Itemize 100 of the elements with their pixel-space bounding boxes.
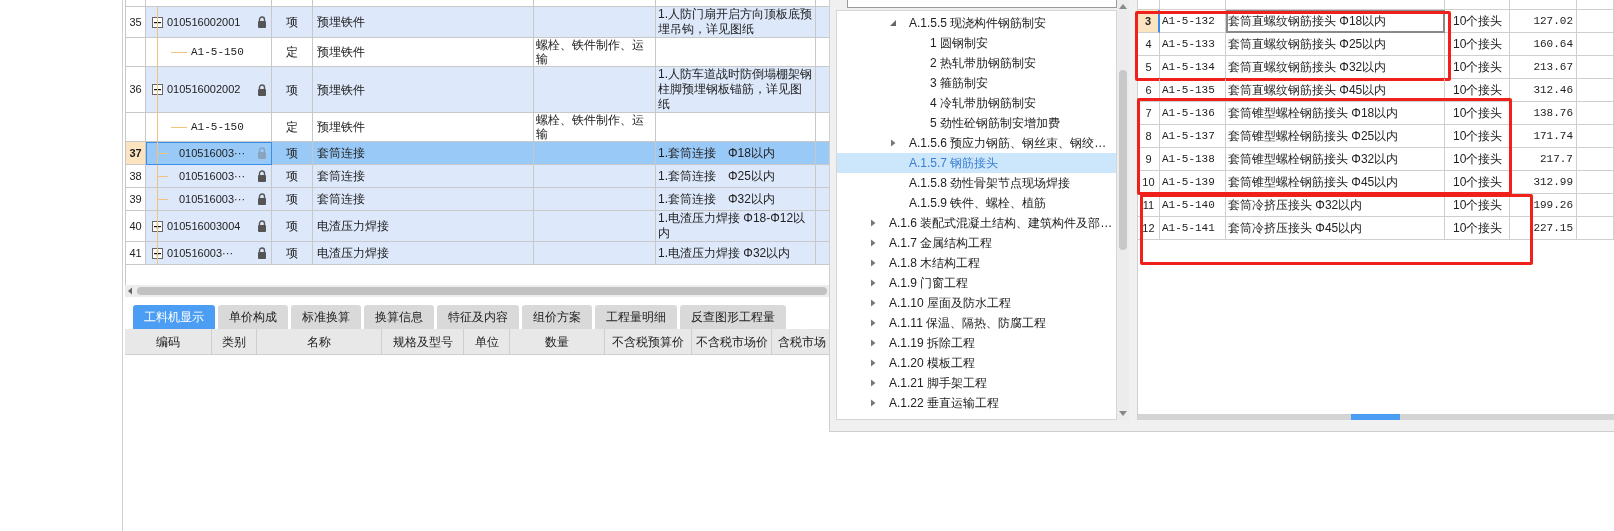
tree-item[interactable]: A.1.6 装配式混凝土结构、建筑构件及部… bbox=[837, 213, 1117, 233]
collapse-box-icon[interactable] bbox=[152, 84, 163, 95]
table-row[interactable]: 36 010516002002 项 预埋铁件 1.人防车道战时防倒塌棚架钢柱脚预埋钢板锚筋，详见图纸 bbox=[126, 67, 829, 113]
row-number: 37 bbox=[129, 145, 142, 161]
table-row[interactable]: 39 010516003··· 项 套筒连接 1.套筒连接 Φ32以内 bbox=[126, 188, 829, 211]
tree-item[interactable]: 5 劲性砼钢筋制安增加费 bbox=[837, 113, 1117, 133]
collapsed-arrow-icon[interactable] bbox=[869, 359, 877, 367]
scrollbar-thumb[interactable] bbox=[137, 287, 827, 295]
table-cell-text: 螺栓、铁件制作、运输 bbox=[536, 113, 645, 141]
tree-item[interactable]: A.1.7 金属结构工程 bbox=[837, 233, 1117, 253]
table-row[interactable]: 37 010516003··· 项 套筒连接 1.套筒连接 Φ18以内 bbox=[126, 142, 829, 165]
table-cell-text: 套筒冷挤压接头 Φ45以内 bbox=[1228, 220, 1363, 237]
tree-item[interactable]: A.1.5.9 铁件、螺栓、植筋 bbox=[837, 193, 1117, 213]
table-row[interactable]: 4 A1-5-133 套筒直螺纹钢筋接头 Φ25以内 10个接头 160.64 bbox=[1138, 33, 1614, 56]
expand-box-icon[interactable] bbox=[152, 220, 163, 232]
scrollbar-thumb[interactable] bbox=[1351, 414, 1401, 420]
tab[interactable]: 反查图形工程量 bbox=[680, 305, 786, 329]
collapsed-arrow-icon[interactable] bbox=[889, 139, 897, 147]
tab[interactable]: 特征及内容 bbox=[437, 305, 519, 329]
table-cell-text: 套筒冷挤压接头 Φ32以内 bbox=[1228, 197, 1363, 214]
collapsed-arrow-icon[interactable] bbox=[869, 319, 877, 327]
table-cell-text: A1-5-138 bbox=[1162, 151, 1215, 167]
scroll-up-icon[interactable] bbox=[1119, 4, 1128, 9]
tree-item[interactable]: A.1.5.5 现浇构件钢筋制安 bbox=[837, 13, 1117, 33]
tree-item[interactable]: A.1.10 屋面及防水工程 bbox=[837, 293, 1117, 313]
table-cell-text: 217.7 bbox=[1539, 151, 1573, 167]
table-row[interactable]: A1-5-150 定 预埋铁件 螺栓、铁件制作、运输 bbox=[126, 38, 829, 67]
table-row[interactable]: A1-5-150 定 预埋铁件 螺栓、铁件制作、运输 bbox=[126, 113, 829, 142]
table-row[interactable]: 5 A1-5-134 套筒直螺纹钢筋接头 Φ32以内 10个接头 213.67 bbox=[1138, 56, 1614, 79]
tree-item[interactable]: A.1.22 垂直运输工程 bbox=[837, 393, 1117, 413]
table-cell: 1.人防车道战时防倒塌棚架钢柱脚预埋钢板锚筋，详见图纸 bbox=[658, 67, 813, 112]
collapsed-arrow-icon[interactable] bbox=[869, 259, 877, 267]
column-header: 不含税预算价 bbox=[612, 333, 684, 351]
table-row[interactable]: 38 010516003··· 项 套筒连接 1.套筒连接 Φ25以内 bbox=[126, 165, 829, 188]
collapsed-arrow-icon[interactable] bbox=[869, 339, 877, 347]
row-number: 36 bbox=[129, 82, 142, 98]
tree-item[interactable]: A.1.11 保温、隔热、防腐工程 bbox=[837, 313, 1117, 333]
table-cell-text: 预埋铁件 bbox=[317, 44, 365, 61]
tree-item[interactable]: A.1.8 木结构工程 bbox=[837, 253, 1117, 273]
tree-item[interactable]: 1 圆钢制安 bbox=[837, 33, 1117, 53]
tree-item[interactable]: A.1.19 拆除工程 bbox=[837, 333, 1117, 353]
table-row[interactable]: 35 010516002001 项 预埋铁件 1.人防门扇开启方向顶板底预埋吊钩，详见图纸 bbox=[126, 7, 829, 38]
tree-item[interactable]: A.1.9 门窗工程 bbox=[837, 273, 1117, 293]
table-cell-text: 定 bbox=[286, 44, 298, 61]
collapsed-arrow-icon[interactable] bbox=[869, 279, 877, 287]
table-cell-text: A1-5-133 bbox=[1162, 36, 1215, 52]
tree-item[interactable]: 2 热轧带肋钢筋制安 bbox=[837, 53, 1117, 73]
tree-item[interactable]: 4 冷轧带肋钢筋制安 bbox=[837, 93, 1117, 113]
tree-item[interactable]: A.1.5.6 预应力钢筋、钢丝束、钢绞… bbox=[837, 133, 1117, 153]
collapsed-arrow-icon[interactable] bbox=[869, 239, 877, 247]
collapsed-arrow-icon[interactable] bbox=[869, 299, 877, 307]
tab[interactable]: 单价构成 bbox=[218, 305, 288, 329]
table-row[interactable]: 41 010516003··· 项 电渣压力焊接 1.电渣压力焊接 Φ32以内 bbox=[126, 242, 829, 265]
horizontal-scrollbar[interactable] bbox=[1138, 414, 1614, 420]
tree-item[interactable]: 3 箍筋制安 bbox=[837, 73, 1117, 93]
table-cell-text: 160.64 bbox=[1533, 36, 1573, 52]
collapse-box-icon[interactable] bbox=[152, 16, 163, 28]
table-row[interactable]: 8 A1-5-137 套筒锥型螺栓钢筋接头 Φ25以内 10个接头 171.74 bbox=[1138, 125, 1614, 148]
table-cell-text: 10个接头 bbox=[1453, 82, 1503, 99]
table-cell-text: 127.02 bbox=[1533, 13, 1573, 29]
expand-box-icon[interactable] bbox=[152, 247, 163, 259]
row-number: 8 bbox=[1145, 128, 1152, 144]
vertical-scrollbar[interactable] bbox=[1117, 0, 1129, 420]
table-cell-text: 螺栓、铁件制作、运输 bbox=[536, 38, 645, 66]
table-cell-text: 010516003··· bbox=[179, 145, 247, 161]
table-row[interactable]: 6 A1-5-135 套筒直螺纹钢筋接头 Φ45以内 10个接头 312.46 bbox=[1138, 79, 1614, 102]
scroll-left-icon[interactable] bbox=[127, 287, 133, 295]
tree-item[interactable]: A.1.20 模板工程 bbox=[837, 353, 1117, 373]
tab[interactable]: 换算信息 bbox=[364, 305, 434, 329]
table-row[interactable]: 40 010516003004 项 电渣压力焊接 1.电渣压力焊接 Φ18-Φ12以内 bbox=[126, 211, 829, 242]
table-row[interactable]: 7 A1-5-136 套筒锥型螺栓钢筋接头 Φ18以内 10个接头 138.76 bbox=[1138, 102, 1614, 125]
table-cell-text: A1-5-134 bbox=[1162, 59, 1215, 75]
table-cell-text: 199.26 bbox=[1533, 197, 1573, 213]
column-header: 规格及型号 bbox=[392, 333, 453, 351]
collapsed-arrow-icon[interactable] bbox=[869, 379, 877, 387]
search-field[interactable] bbox=[847, 0, 1118, 8]
tab[interactable]: 工程量明细 bbox=[595, 305, 677, 329]
table-row[interactable]: 3 A1-5-132 套筒直螺纹钢筋接头 Φ18以内 10个接头 127.02 bbox=[1138, 10, 1614, 33]
table-cell-text: 项 bbox=[286, 218, 298, 235]
table-cell-text: A1-5-140 bbox=[1162, 197, 1215, 213]
collapsed-arrow-icon[interactable] bbox=[869, 399, 877, 407]
table-cell-text: 项 bbox=[286, 81, 298, 99]
scrollbar-thumb[interactable] bbox=[1119, 70, 1128, 250]
table-cell: 010516002002 bbox=[167, 82, 241, 97]
tab[interactable]: 标准换算 bbox=[291, 305, 361, 329]
scroll-down-icon[interactable] bbox=[1119, 411, 1128, 416]
table-row[interactable]: 12 A1-5-141 套筒冷挤压接头 Φ45以内 10个接头 227.15 bbox=[1138, 217, 1614, 240]
tree-item[interactable]: A.1.21 脚手架工程 bbox=[837, 373, 1117, 393]
table-cell-text: 010516003··· bbox=[179, 191, 247, 207]
table-cell-text: 10个接头 bbox=[1453, 220, 1503, 237]
horizontal-scrollbar[interactable] bbox=[125, 285, 829, 297]
expanded-arrow-icon[interactable] bbox=[889, 19, 897, 27]
row-number: 4 bbox=[1145, 36, 1152, 52]
table-row[interactable]: 10 A1-5-139 套筒锥型螺栓钢筋接头 Φ45以内 10个接头 312.99 bbox=[1138, 171, 1614, 194]
table-row[interactable]: 11 A1-5-140 套筒冷挤压接头 Φ32以内 10个接头 199.26 bbox=[1138, 194, 1614, 217]
table-cell-text: 10个接头 bbox=[1453, 128, 1503, 145]
tree-item[interactable]: A.1.5.8 劲性骨架节点现场焊接 bbox=[837, 173, 1117, 193]
table-row[interactable]: 9 A1-5-138 套筒锥型螺栓钢筋接头 Φ32以内 10个接头 217.7 bbox=[1138, 148, 1614, 171]
collapsed-arrow-icon[interactable] bbox=[869, 219, 877, 227]
tab[interactable]: 组价方案 bbox=[522, 305, 592, 329]
